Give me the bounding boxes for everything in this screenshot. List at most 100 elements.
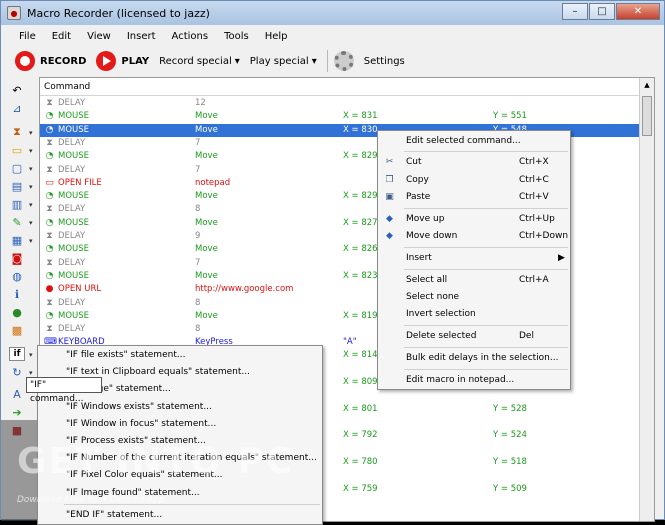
record-icon xyxy=(15,51,35,71)
record-label: RECORD xyxy=(40,55,87,67)
menu-insert[interactable]: Insert xyxy=(119,31,164,42)
mouse-icon: ◔ xyxy=(45,191,54,202)
context-menu-item[interactable]: Edit macro in notepad... xyxy=(378,372,570,389)
close-button[interactable]: ✕ xyxy=(616,3,660,20)
table-row[interactable]: ⧗ DELAY 12 xyxy=(40,97,640,110)
context-menu: Edit selected command... ✂ Cut Ctrl+X ❐ Copy C… xyxy=(377,130,571,390)
settings-label: Settings xyxy=(363,55,405,67)
row-x: X = 780 xyxy=(343,457,378,467)
context-menu-item[interactable]: ▣ Paste Ctrl+V xyxy=(378,189,570,206)
if-menu-item[interactable]: "IF Windows exists" statement... xyxy=(66,399,212,416)
loop-tool-icon[interactable]: ↻ xyxy=(9,365,25,379)
if-menu-item[interactable]: "IF file exists" statement... xyxy=(66,347,185,364)
context-menu-label: Select all xyxy=(406,275,448,285)
context-menu-item[interactable]: Invert selection xyxy=(378,306,570,323)
play-button[interactable]: PLAY xyxy=(96,51,149,71)
menu-tools[interactable]: Tools xyxy=(216,31,257,42)
arrow-up-icon: ◆ xyxy=(386,214,393,224)
undo-icon[interactable]: ↶ xyxy=(9,83,25,97)
context-menu-shortcut: Del xyxy=(519,331,534,341)
row-command: OPEN FILE xyxy=(58,177,102,188)
play-special-dropdown[interactable]: Play special ▾ xyxy=(250,56,317,67)
text-tool-icon[interactable]: ▥ xyxy=(9,197,25,211)
scroll-thumb[interactable] xyxy=(642,96,652,136)
stop-tool-icon[interactable]: ◙ xyxy=(9,251,25,265)
title-bar: ● Macro Recorder (licensed to jazz) – □ … xyxy=(1,1,664,25)
hourglass-icon: ⧗ xyxy=(46,137,53,148)
row-value: 8 xyxy=(195,324,201,335)
context-menu-item[interactable]: ✂ Cut Ctrl+X xyxy=(378,154,570,171)
row-x: X = 819 xyxy=(343,310,378,321)
mouse-icon: ◔ xyxy=(45,124,54,135)
row-command: DELAY xyxy=(58,257,86,268)
context-menu-item[interactable]: ❐ Copy Ctrl+C xyxy=(378,172,570,189)
gear-icon xyxy=(333,51,354,71)
play-label: PLAY xyxy=(121,55,150,67)
record-special-dropdown[interactable]: Record special ▾ xyxy=(159,56,240,67)
context-menu-item[interactable]: Select all Ctrl+A xyxy=(378,272,570,289)
menu-view[interactable]: View xyxy=(79,31,119,42)
context-menu-item[interactable]: Edit selected command... xyxy=(378,133,570,150)
if-tool-icon[interactable]: if xyxy=(9,347,25,361)
row-action: Move xyxy=(195,191,218,202)
row-value: 7 xyxy=(195,257,201,268)
globe-tool-icon[interactable]: ◍ xyxy=(9,269,25,283)
context-menu-shortcut: Ctrl+C xyxy=(519,175,549,185)
settings-button[interactable]: Settings xyxy=(333,51,405,71)
copy-icon: ❐ xyxy=(385,175,394,185)
web-tool-icon[interactable]: ● xyxy=(9,305,25,319)
context-menu-item[interactable]: ◆ Move up Ctrl+Up xyxy=(378,211,570,228)
hourglass-icon: ⧗ xyxy=(46,231,53,241)
row-command: DELAY xyxy=(58,204,86,215)
if-menu-item[interactable]: "END IF" statement... xyxy=(66,507,162,524)
table-row[interactable]: ◔ MOUSE Move X = 831 Y = 551 xyxy=(40,110,640,123)
play-icon xyxy=(96,51,117,71)
context-menu-item[interactable]: Delete selected Del xyxy=(378,328,570,345)
menu-file[interactable]: File xyxy=(11,31,44,42)
row-command: OPEN URL xyxy=(58,284,102,295)
row-action: Move xyxy=(195,124,218,135)
row-x: X = 829 xyxy=(343,151,378,162)
menu-edit[interactable]: Edit xyxy=(44,31,79,42)
row-command: MOUSE xyxy=(58,270,90,281)
window-focus-tool-icon[interactable]: ▤ xyxy=(9,179,25,193)
globe-icon: ● xyxy=(45,284,54,295)
row-x: X = 759 xyxy=(343,484,378,494)
watermark-tagline: Download Free Your Desired App xyxy=(17,495,165,505)
maximize-button[interactable]: □ xyxy=(589,3,615,20)
row-y: Y = 518 xyxy=(493,457,527,467)
context-menu-item[interactable]: Bulk edit delays in the selection... xyxy=(378,350,570,367)
window-tool-icon[interactable]: ▢ xyxy=(9,161,25,175)
context-menu-item[interactable]: Select none xyxy=(378,289,570,306)
script-tool-icon[interactable]: ▩ xyxy=(9,323,25,337)
row-command: DELAY xyxy=(58,164,86,175)
row-x: X = 814 xyxy=(343,350,378,360)
hourglass-icon: ⧗ xyxy=(46,324,53,335)
row-action: Move xyxy=(195,270,218,281)
pen-tool-icon[interactable]: ✎ xyxy=(9,215,25,229)
context-menu-label: Insert xyxy=(406,253,432,263)
row-value: 7 xyxy=(195,137,201,148)
context-menu-item[interactable]: Insert ▶ xyxy=(378,250,570,267)
window-controls: – □ ✕ xyxy=(562,3,660,20)
delay-tool-icon[interactable]: ⧗ xyxy=(9,125,25,139)
stop-macro-tool-icon[interactable]: ■ xyxy=(9,423,25,437)
if-menu-item[interactable]: "IF Window in focus" statement... xyxy=(66,416,216,433)
context-menu-shortcut: Ctrl+Up xyxy=(519,214,555,224)
context-menu-item[interactable]: ◆ Move down Ctrl+Down xyxy=(378,228,570,245)
menu-help[interactable]: Help xyxy=(257,31,296,42)
vertical-scrollbar[interactable]: ▲ xyxy=(639,78,654,521)
open-file-tool-icon[interactable]: ▭ xyxy=(9,143,25,157)
scroll-up-icon[interactable]: ▲ xyxy=(640,78,654,92)
info-tool-icon[interactable]: ℹ xyxy=(9,287,25,301)
minimize-button[interactable]: – xyxy=(562,3,588,20)
mouse-icon: ◔ xyxy=(45,270,54,281)
mouse-record-icon[interactable]: ⊿ xyxy=(9,101,25,115)
record-button[interactable]: RECORD xyxy=(15,51,86,71)
row-x: "A" xyxy=(343,337,357,348)
goto-tool-icon[interactable]: ➔ xyxy=(9,405,25,419)
image-tool-icon[interactable]: ▦ xyxy=(9,233,25,247)
menu-actions[interactable]: Actions xyxy=(164,31,217,42)
column-header-command[interactable]: Command xyxy=(40,78,640,96)
text-a-tool-icon[interactable]: A xyxy=(9,387,25,401)
